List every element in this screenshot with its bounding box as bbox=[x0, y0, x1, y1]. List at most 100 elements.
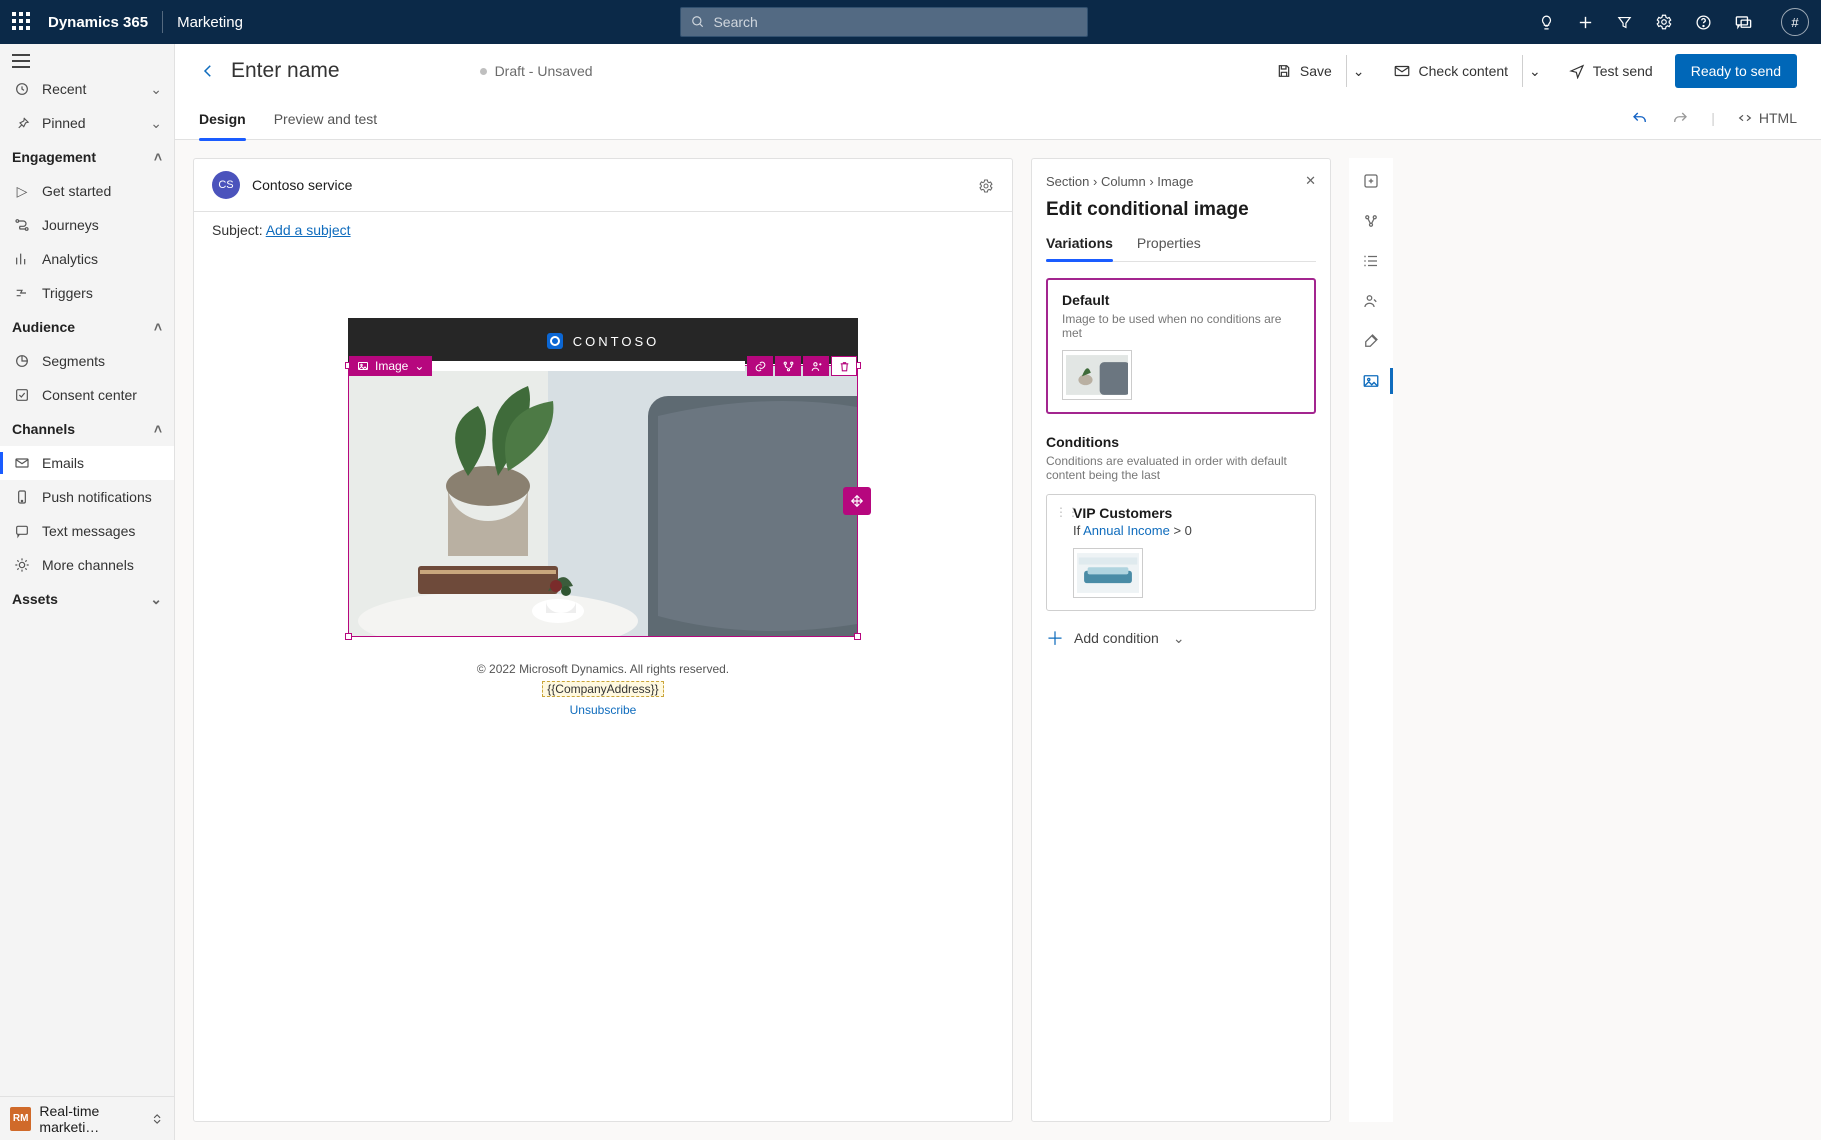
redo-button[interactable] bbox=[1671, 109, 1689, 127]
nav-label: Analytics bbox=[42, 251, 98, 267]
nav-recent[interactable]: Recent ⌄ bbox=[0, 72, 174, 106]
rail-image-icon[interactable] bbox=[1349, 372, 1393, 390]
env-badge: RM bbox=[10, 1107, 31, 1131]
help-icon[interactable] bbox=[1695, 14, 1712, 31]
nav-group-assets[interactable]: Assets⌄ bbox=[0, 582, 174, 616]
environment-switcher[interactable]: RM Real-time marketi… bbox=[0, 1096, 174, 1140]
consent-icon bbox=[12, 387, 32, 403]
nav-label: Consent center bbox=[42, 387, 137, 403]
group-label: Assets bbox=[12, 591, 58, 607]
test-send-button[interactable]: Test send bbox=[1561, 55, 1661, 87]
condition-thumbnail[interactable] bbox=[1073, 548, 1143, 598]
right-rail bbox=[1349, 158, 1393, 1122]
nav-get-started[interactable]: ▷Get started bbox=[0, 174, 174, 208]
user-avatar[interactable]: # bbox=[1781, 8, 1809, 36]
lightbulb-icon[interactable] bbox=[1538, 14, 1555, 31]
crumb-section[interactable]: Section bbox=[1046, 174, 1089, 189]
nav-text[interactable]: Text messages bbox=[0, 514, 174, 548]
tab-design[interactable]: Design bbox=[199, 98, 246, 140]
add-subject-link[interactable]: Add a subject bbox=[266, 222, 351, 238]
tab-properties[interactable]: Properties bbox=[1137, 235, 1201, 261]
branch-icon[interactable] bbox=[775, 356, 801, 376]
module-name[interactable]: Marketing bbox=[177, 14, 243, 31]
nav-journeys[interactable]: Journeys bbox=[0, 208, 174, 242]
personalization-icon[interactable] bbox=[803, 356, 829, 376]
hero-image[interactable] bbox=[349, 366, 857, 636]
nav-label: More channels bbox=[42, 557, 134, 573]
address-token[interactable]: {{CompanyAddress}} bbox=[542, 681, 663, 697]
back-button[interactable] bbox=[199, 62, 217, 80]
tab-variations[interactable]: Variations bbox=[1046, 235, 1113, 261]
ready-label: Ready to send bbox=[1691, 63, 1781, 79]
push-icon bbox=[12, 489, 32, 505]
email-brand: CONTOSO bbox=[573, 334, 660, 349]
sms-icon bbox=[12, 523, 32, 539]
rail-add-icon[interactable] bbox=[1349, 172, 1393, 190]
plus-icon[interactable] bbox=[1577, 14, 1594, 31]
nav-triggers[interactable]: Triggers bbox=[0, 276, 174, 310]
nav-label: Text messages bbox=[42, 523, 135, 539]
search-input[interactable]: Search bbox=[680, 7, 1088, 37]
page-header: Enter name Draft - Unsaved Save ⌄ Check … bbox=[175, 44, 1821, 98]
nav-push[interactable]: Push notifications bbox=[0, 480, 174, 514]
drag-handle-icon[interactable]: ⋮⋮ bbox=[1055, 509, 1067, 598]
add-condition-label: Add condition bbox=[1074, 630, 1159, 646]
rail-brush-icon[interactable] bbox=[1349, 332, 1393, 350]
nav-consent[interactable]: Consent center bbox=[0, 378, 174, 412]
gear-icon[interactable] bbox=[978, 176, 994, 193]
nav-group-channels[interactable]: Channels˄ bbox=[0, 412, 174, 446]
nav-more-channels[interactable]: More channels bbox=[0, 548, 174, 582]
rail-person-icon[interactable] bbox=[1349, 292, 1393, 310]
chat-icon[interactable] bbox=[1734, 13, 1753, 32]
ready-to-send-button[interactable]: Ready to send bbox=[1675, 54, 1797, 88]
html-button[interactable]: HTML bbox=[1737, 110, 1797, 126]
condition-field-link[interactable]: Annual Income bbox=[1083, 523, 1170, 538]
gear-icon[interactable] bbox=[1655, 13, 1673, 31]
add-condition-button[interactable]: ＋ Add condition ⌄ bbox=[1046, 625, 1316, 651]
save-button[interactable]: Save ⌄ bbox=[1268, 55, 1371, 87]
journey-icon bbox=[12, 217, 32, 233]
contoso-logo-icon bbox=[547, 333, 563, 349]
trigger-icon bbox=[12, 285, 32, 301]
filter-icon[interactable] bbox=[1616, 14, 1633, 31]
link-icon[interactable] bbox=[747, 356, 773, 376]
app-launcher-icon[interactable] bbox=[12, 12, 32, 32]
default-thumbnail[interactable] bbox=[1062, 350, 1132, 400]
condition-card[interactable]: ⋮⋮ VIP Customers If Annual Income > 0 bbox=[1046, 494, 1316, 611]
chevron-up-icon: ˄ bbox=[154, 319, 162, 335]
group-label: Channels bbox=[12, 421, 75, 437]
nav-group-engagement[interactable]: Engagement ˄ bbox=[0, 140, 174, 174]
undo-button[interactable] bbox=[1631, 109, 1649, 127]
chevron-down-icon[interactable]: ⌄ bbox=[1346, 55, 1371, 87]
nav-pinned[interactable]: Pinned ⌄ bbox=[0, 106, 174, 140]
default-variant-card[interactable]: Default Image to be used when no conditi… bbox=[1046, 278, 1316, 414]
chevron-up-icon: ˄ bbox=[154, 149, 162, 165]
resize-handle[interactable] bbox=[345, 633, 352, 640]
nav-analytics[interactable]: Analytics bbox=[0, 242, 174, 276]
move-handle[interactable] bbox=[843, 487, 871, 515]
resize-handle[interactable] bbox=[854, 633, 861, 640]
block-type-tag[interactable]: Image ⌄ bbox=[349, 356, 432, 376]
hamburger-icon[interactable] bbox=[12, 54, 30, 68]
rail-list-icon[interactable] bbox=[1349, 252, 1393, 270]
save-label: Save bbox=[1300, 63, 1332, 79]
analytics-icon bbox=[12, 251, 32, 267]
conditions-sub: Conditions are evaluated in order with d… bbox=[1046, 454, 1316, 482]
unsubscribe-link[interactable]: Unsubscribe bbox=[570, 703, 637, 717]
condition-rule: If Annual Income > 0 bbox=[1073, 523, 1303, 538]
crumb-column[interactable]: Column bbox=[1101, 174, 1146, 189]
crumb-image[interactable]: Image bbox=[1157, 174, 1193, 189]
chevron-down-icon[interactable]: ⌄ bbox=[1522, 55, 1547, 87]
nav-emails[interactable]: Emails bbox=[0, 446, 174, 480]
tab-preview[interactable]: Preview and test bbox=[274, 98, 378, 140]
close-icon[interactable]: ✕ bbox=[1305, 173, 1316, 189]
check-content-button[interactable]: Check content ⌄ bbox=[1385, 55, 1547, 87]
check-label: Check content bbox=[1419, 63, 1509, 79]
nav-group-audience[interactable]: Audience˄ bbox=[0, 310, 174, 344]
page-title[interactable]: Enter name bbox=[231, 59, 340, 83]
selected-image-block[interactable]: Image ⌄ bbox=[348, 365, 858, 637]
rail-link-icon[interactable] bbox=[1349, 212, 1393, 230]
delete-icon[interactable] bbox=[831, 356, 857, 376]
swap-icon bbox=[150, 1111, 164, 1127]
nav-segments[interactable]: Segments bbox=[0, 344, 174, 378]
